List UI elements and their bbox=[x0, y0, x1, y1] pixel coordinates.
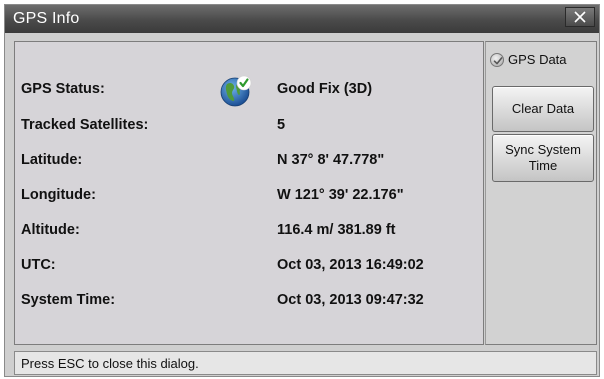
gps-control-panel: GPS Data Clear Data Sync System Time bbox=[485, 41, 597, 345]
gps-data-checkbox[interactable]: GPS Data bbox=[490, 52, 567, 67]
gps-status-value: Good Fix (3D) bbox=[277, 81, 373, 97]
gps-status-label: GPS Status: bbox=[21, 81, 105, 97]
title-bar[interactable]: GPS Info bbox=[5, 5, 599, 33]
close-button[interactable] bbox=[565, 7, 595, 27]
checkmark-icon bbox=[493, 56, 503, 64]
gps-info-panel: GPS Status: Good Fix (3D) Tracked Satell… bbox=[14, 41, 484, 345]
status-bar: Press ESC to close this dialog. bbox=[14, 351, 597, 375]
system-time-label: System Time: bbox=[21, 292, 116, 308]
check-circle-icon bbox=[490, 52, 504, 67]
system-time-value: Oct 03, 2013 09:47:32 bbox=[277, 292, 424, 308]
clear-data-button[interactable]: Clear Data bbox=[492, 86, 594, 132]
utc-label: UTC: bbox=[21, 257, 56, 273]
gps-data-label: GPS Data bbox=[508, 52, 567, 67]
dialog-title: GPS Info bbox=[13, 10, 80, 27]
utc-value: Oct 03, 2013 16:49:02 bbox=[277, 257, 424, 273]
globe-check-icon bbox=[220, 75, 252, 107]
gps-info-dialog: GPS Info GPS Status: Good Fix (3D) Track… bbox=[4, 4, 600, 377]
tracked-satellites-value: 5 bbox=[277, 117, 286, 133]
longitude-value: W 121° 39' 22.176" bbox=[277, 187, 404, 203]
tracked-satellites-label: Tracked Satellites: bbox=[21, 117, 149, 133]
gps-info-table: GPS Status: Good Fix (3D) Tracked Satell… bbox=[15, 42, 485, 346]
latitude-value: N 37° 8' 47.778" bbox=[277, 152, 385, 168]
close-icon bbox=[574, 11, 586, 23]
latitude-label: Latitude: bbox=[21, 152, 83, 168]
altitude-label: Altitude: bbox=[21, 222, 80, 238]
altitude-value: 116.4 m/ 381.89 ft bbox=[277, 222, 396, 238]
sync-system-time-button[interactable]: Sync System Time bbox=[492, 134, 594, 182]
status-message: Press ESC to close this dialog. bbox=[21, 356, 199, 371]
longitude-label: Longitude: bbox=[21, 187, 96, 203]
